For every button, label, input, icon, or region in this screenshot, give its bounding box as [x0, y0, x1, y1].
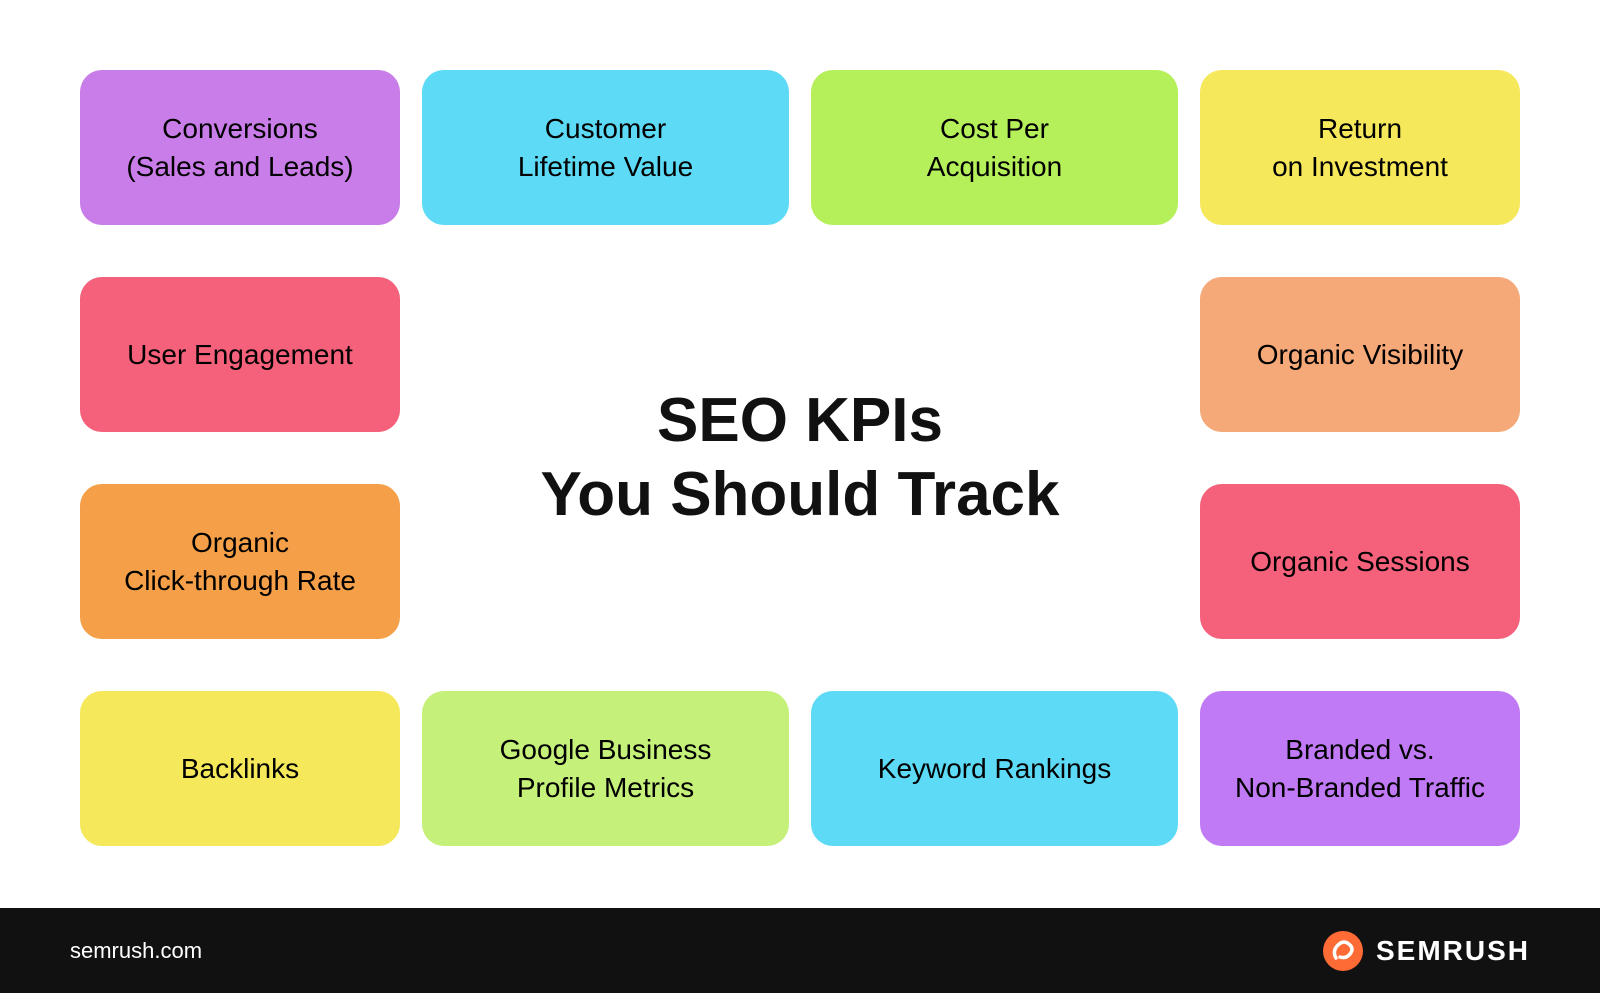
card-visibility-label: Organic Visibility	[1257, 336, 1463, 374]
card-ctr: OrganicClick-through Rate	[80, 484, 400, 639]
card-ctr-label: OrganicClick-through Rate	[124, 524, 356, 600]
semrush-brand-text: SEMRUSH	[1376, 935, 1530, 967]
card-backlinks-label: Backlinks	[181, 750, 299, 788]
card-engagement-label: User Engagement	[127, 336, 353, 374]
card-visibility: Organic Visibility	[1200, 277, 1520, 432]
center-title: SEO KPIs You Should Track	[422, 384, 1178, 533]
card-backlinks: Backlinks	[80, 691, 400, 846]
center-title-text: SEO KPIs You Should Track	[540, 384, 1059, 533]
card-branded: Branded vs.Non-Branded Traffic	[1200, 691, 1520, 846]
card-sessions: Organic Sessions	[1200, 484, 1520, 639]
footer: semrush.com SEMRUSH	[0, 908, 1600, 993]
card-sessions-label: Organic Sessions	[1250, 543, 1469, 581]
footer-url: semrush.com	[70, 938, 202, 964]
card-keyword-label: Keyword Rankings	[878, 750, 1111, 788]
card-roi-label: Returnon Investment	[1272, 110, 1448, 186]
card-gbp-label: Google BusinessProfile Metrics	[500, 731, 712, 807]
card-keyword: Keyword Rankings	[811, 691, 1178, 846]
card-cost: Cost PerAcquisition	[811, 70, 1178, 225]
card-customer-label: CustomerLifetime Value	[518, 110, 693, 186]
card-cost-label: Cost PerAcquisition	[927, 110, 1062, 186]
card-roi: Returnon Investment	[1200, 70, 1520, 225]
card-branded-label: Branded vs.Non-Branded Traffic	[1235, 731, 1485, 807]
card-gbp: Google BusinessProfile Metrics	[422, 691, 789, 846]
card-customer: CustomerLifetime Value	[422, 70, 789, 225]
card-conversions-label: Conversions(Sales and Leads)	[126, 110, 353, 186]
semrush-icon	[1322, 930, 1364, 972]
semrush-logo: SEMRUSH	[1322, 930, 1530, 972]
card-engagement: User Engagement	[80, 277, 400, 432]
card-conversions: Conversions(Sales and Leads)	[80, 70, 400, 225]
